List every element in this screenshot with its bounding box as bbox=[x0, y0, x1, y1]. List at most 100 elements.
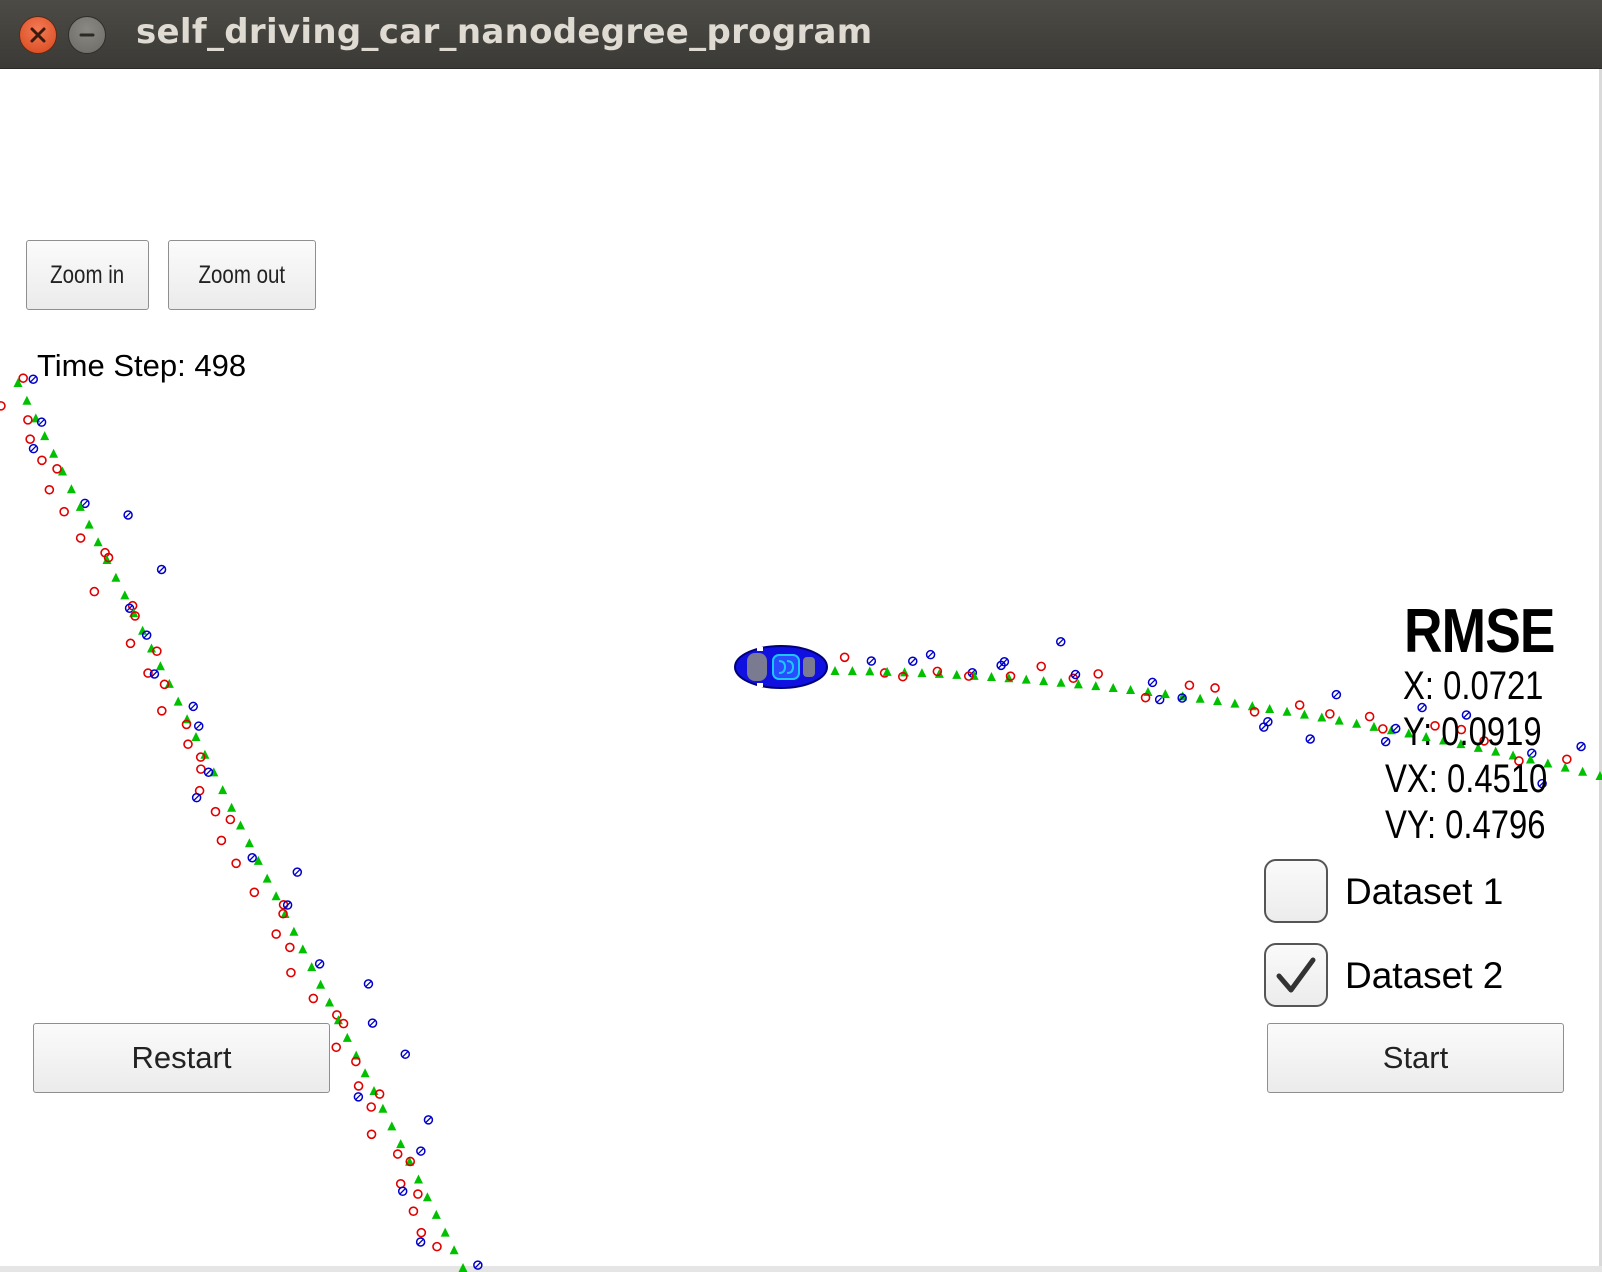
estimate-marker bbox=[289, 926, 299, 936]
estimate-marker bbox=[93, 537, 103, 547]
radar-marker bbox=[1147, 677, 1158, 688]
lidar-marker bbox=[1036, 661, 1047, 672]
estimate-marker bbox=[1299, 709, 1309, 719]
estimate-marker bbox=[422, 1192, 432, 1202]
radar-marker bbox=[416, 1146, 426, 1156]
estimate-marker bbox=[236, 820, 245, 830]
estimate-marker bbox=[325, 997, 334, 1007]
lidar-marker bbox=[37, 455, 47, 466]
radar-marker bbox=[1259, 722, 1269, 732]
restart-button[interactable]: Restart bbox=[33, 1023, 330, 1093]
lidar-marker bbox=[1562, 754, 1572, 765]
estimate-marker bbox=[22, 395, 32, 405]
estimate-marker bbox=[1352, 718, 1362, 728]
estimate-marker bbox=[1317, 712, 1327, 722]
lidar-marker bbox=[1184, 680, 1195, 691]
restart-label: Restart bbox=[131, 1040, 232, 1075]
radar-marker bbox=[925, 649, 936, 660]
markers-layer bbox=[0, 373, 1602, 1272]
lidar-marker bbox=[392, 1149, 403, 1159]
radar-marker bbox=[1263, 716, 1273, 727]
radar-marker bbox=[1305, 734, 1315, 744]
estimate-marker bbox=[66, 484, 76, 494]
radar-marker bbox=[123, 510, 133, 520]
lidar-marker bbox=[18, 373, 28, 383]
lidar-marker bbox=[308, 993, 319, 1004]
radar-marker bbox=[203, 767, 214, 778]
radar-marker bbox=[866, 656, 877, 666]
estimate-marker bbox=[227, 802, 237, 812]
lidar-marker bbox=[1210, 683, 1220, 693]
radar-marker bbox=[367, 1018, 378, 1028]
estimate-marker bbox=[1108, 682, 1118, 692]
lidar-marker bbox=[432, 1241, 442, 1252]
lidar-marker bbox=[157, 706, 167, 716]
radar-marker bbox=[156, 564, 167, 575]
estimate-marker bbox=[449, 1245, 459, 1255]
lidar-marker bbox=[1364, 711, 1375, 722]
radar-marker bbox=[141, 630, 152, 640]
estimate-marker bbox=[191, 732, 201, 741]
radar-marker bbox=[908, 656, 918, 666]
estimate-marker bbox=[58, 466, 67, 476]
estimate-marker bbox=[1578, 766, 1588, 776]
lidar-marker bbox=[366, 1129, 377, 1140]
lidar-marker bbox=[285, 942, 295, 953]
zoom-in-button[interactable]: Zoom in bbox=[26, 240, 149, 310]
lidar-marker bbox=[416, 1227, 427, 1238]
estimate-marker bbox=[458, 1263, 468, 1272]
dataset-1-checkbox[interactable] bbox=[1264, 859, 1328, 923]
estimate-marker bbox=[847, 666, 857, 676]
lidar-marker bbox=[286, 967, 296, 978]
lidar-marker bbox=[23, 415, 33, 425]
estimate-marker bbox=[271, 891, 281, 901]
start-label: Start bbox=[1382, 1040, 1449, 1075]
estimate-marker bbox=[31, 413, 41, 423]
estimate-marker bbox=[1595, 771, 1602, 780]
lidar-marker bbox=[59, 506, 69, 517]
estimate-marker bbox=[316, 979, 326, 989]
radar-marker bbox=[1576, 741, 1586, 752]
estimate-marker bbox=[173, 696, 183, 706]
lidar-marker bbox=[183, 739, 193, 750]
lidar-marker bbox=[0, 401, 6, 411]
estimate-marker bbox=[218, 785, 228, 795]
estimate-marker bbox=[952, 669, 962, 679]
estimate-marker bbox=[917, 668, 927, 678]
estimate-marker bbox=[307, 962, 317, 972]
radar-marker bbox=[423, 1115, 434, 1125]
estimate-marker bbox=[378, 1103, 388, 1113]
lidar-marker bbox=[75, 533, 86, 543]
lidar-marker bbox=[1294, 700, 1305, 710]
estimate-marker bbox=[934, 668, 944, 678]
lidar-marker bbox=[408, 1206, 419, 1216]
estimate-marker bbox=[111, 572, 121, 582]
radar-marker bbox=[400, 1049, 411, 1059]
lidar-marker bbox=[1093, 669, 1103, 679]
estimate-marker bbox=[1230, 698, 1240, 708]
estimate-marker bbox=[342, 1032, 352, 1042]
estimate-marker bbox=[120, 590, 130, 600]
radar-marker bbox=[397, 1186, 408, 1197]
start-button[interactable]: Start bbox=[1267, 1023, 1564, 1093]
radar-marker bbox=[1331, 689, 1342, 700]
estimate-marker bbox=[1560, 762, 1570, 772]
radar-marker bbox=[314, 959, 325, 969]
checkmark-icon bbox=[1276, 957, 1316, 993]
estimate-marker bbox=[13, 378, 23, 387]
estimate-marker bbox=[1213, 696, 1222, 706]
lidar-marker bbox=[249, 887, 260, 898]
lidar-marker bbox=[25, 434, 35, 444]
estimate-marker bbox=[1282, 706, 1292, 716]
radar-marker bbox=[247, 853, 257, 863]
lidar-marker bbox=[395, 1178, 406, 1189]
estimate-marker bbox=[1265, 703, 1275, 713]
lidar-marker bbox=[125, 638, 136, 649]
lidar-marker bbox=[413, 1189, 423, 1199]
zoom-out-button[interactable]: Zoom out bbox=[168, 240, 316, 310]
estimate-marker bbox=[244, 838, 254, 848]
dataset-2-checkbox[interactable] bbox=[1264, 943, 1328, 1007]
dataset-2-label: Dataset 2 bbox=[1345, 955, 1504, 996]
estimate-marker bbox=[396, 1139, 406, 1149]
lidar-marker bbox=[1378, 724, 1388, 734]
